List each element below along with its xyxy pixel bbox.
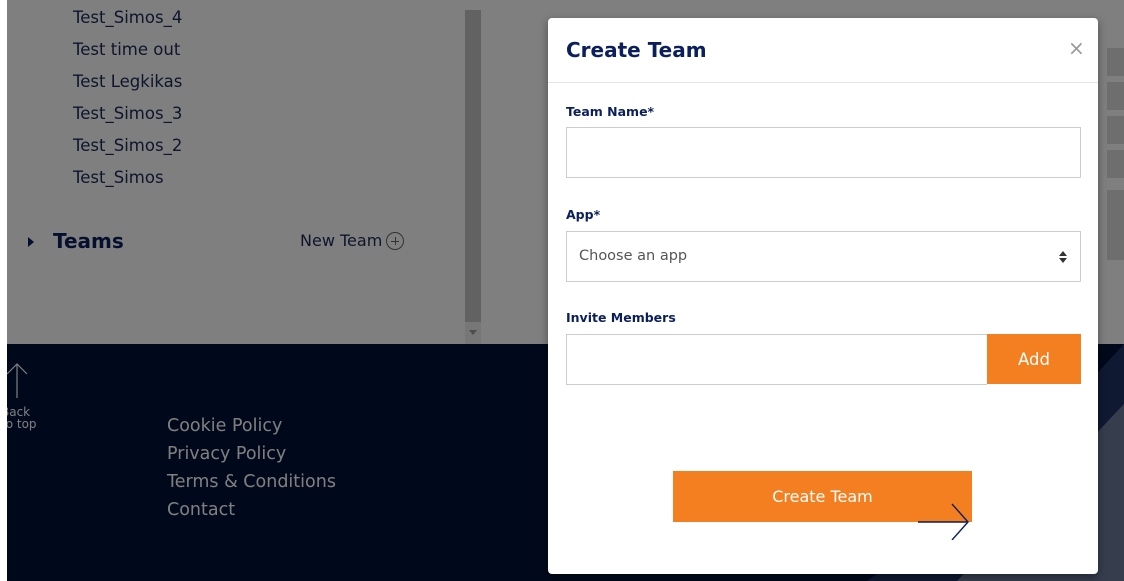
app-select-value: Choose an app	[579, 248, 688, 264]
page-edge	[0, 0, 7, 581]
team-name-input[interactable]	[566, 127, 1081, 178]
dialog-title: Create Team	[566, 38, 707, 62]
team-name-label: Team Name*	[566, 104, 655, 119]
invite-members-input[interactable]	[566, 334, 987, 385]
add-member-button[interactable]: Add	[987, 334, 1081, 384]
dialog-header: Create Team ×	[548, 18, 1098, 83]
invite-members-label: Invite Members	[566, 310, 676, 325]
create-team-button[interactable]: Create Team	[673, 471, 972, 522]
app-stage: Test_Simos_4 Test time out Test Legkikas…	[0, 0, 1124, 581]
sort-caret-icon	[1059, 251, 1067, 263]
app-label: App*	[566, 207, 601, 222]
app-select[interactable]: Choose an app	[566, 231, 1081, 282]
close-icon[interactable]: ×	[1068, 38, 1085, 58]
create-team-dialog: Create Team × Team Name* App* Choose an …	[548, 18, 1098, 574]
